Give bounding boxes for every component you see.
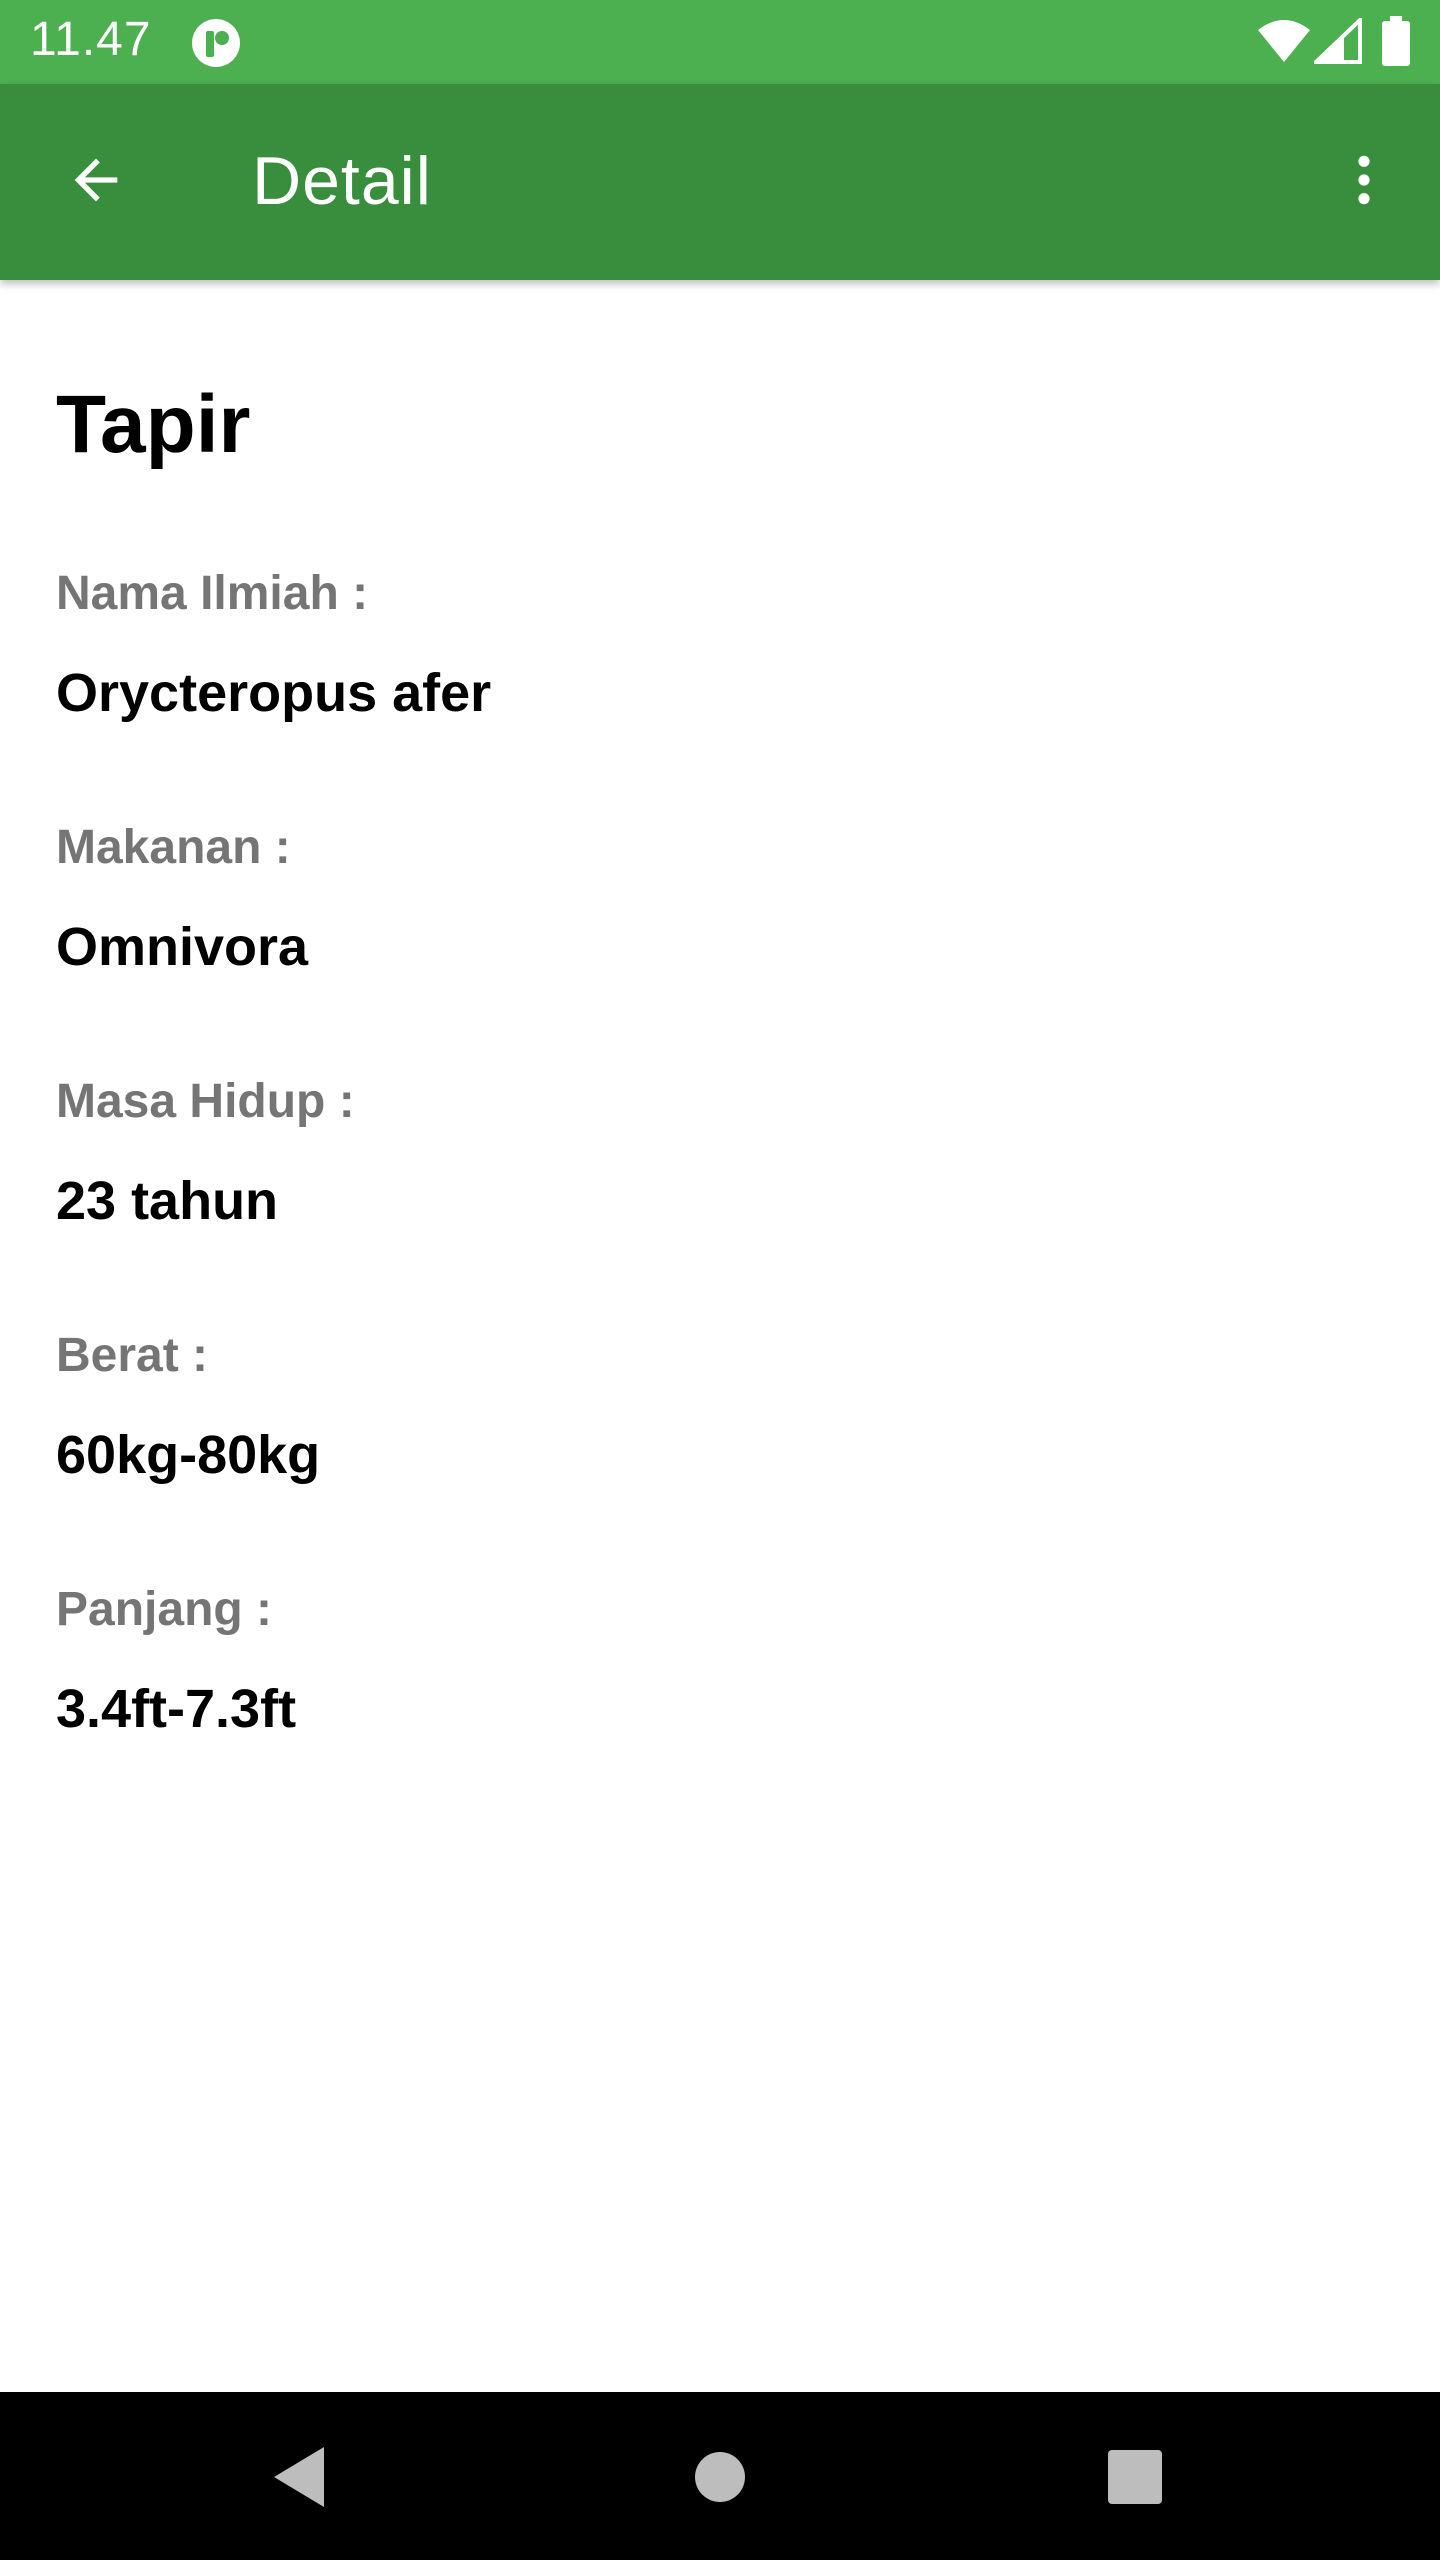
length-label: Panjang : (56, 1583, 273, 1636)
lifespan-label: Masa Hidup : (56, 1075, 355, 1128)
more-options-button[interactable] (1320, 136, 1408, 224)
scientific-name-label: Nama Ilmiah : (56, 567, 369, 620)
nav-home-icon[interactable] (675, 2432, 765, 2522)
food-label: Makanan : (56, 821, 291, 874)
arrow-back-icon (74, 158, 118, 202)
screen: 11.47 Detail Tapir Nama Ilmiah: Orycter… (0, 0, 1440, 2560)
food-value: Omnivora (56, 917, 309, 977)
back-button[interactable] (52, 136, 140, 224)
app-bar: Detail (0, 84, 1440, 280)
navigation-bar (0, 2392, 1440, 2560)
length-value: 3.4ft-7.3ft (56, 1679, 297, 1739)
nav-recents-icon[interactable] (1090, 2432, 1180, 2522)
status-bar: 11.47 (0, 0, 1440, 84)
page-title: Detail (252, 143, 432, 219)
lifespan-value: 23 tahun (56, 1171, 279, 1231)
wifi-icon (1258, 20, 1310, 62)
animal-name: Tapir (56, 379, 251, 470)
more-vert-icon (1358, 155, 1370, 205)
nav-back-icon[interactable] (254, 2432, 344, 2522)
weight-label: Berat : (56, 1329, 209, 1382)
battery-icon (1382, 16, 1410, 66)
signal-icon (1314, 18, 1362, 64)
notification-icon (192, 19, 240, 67)
scientific-name-value: Orycteropus afer (56, 663, 492, 723)
status-time: 11.47 (30, 13, 152, 66)
weight-value: 60kg-80kg (56, 1425, 321, 1485)
